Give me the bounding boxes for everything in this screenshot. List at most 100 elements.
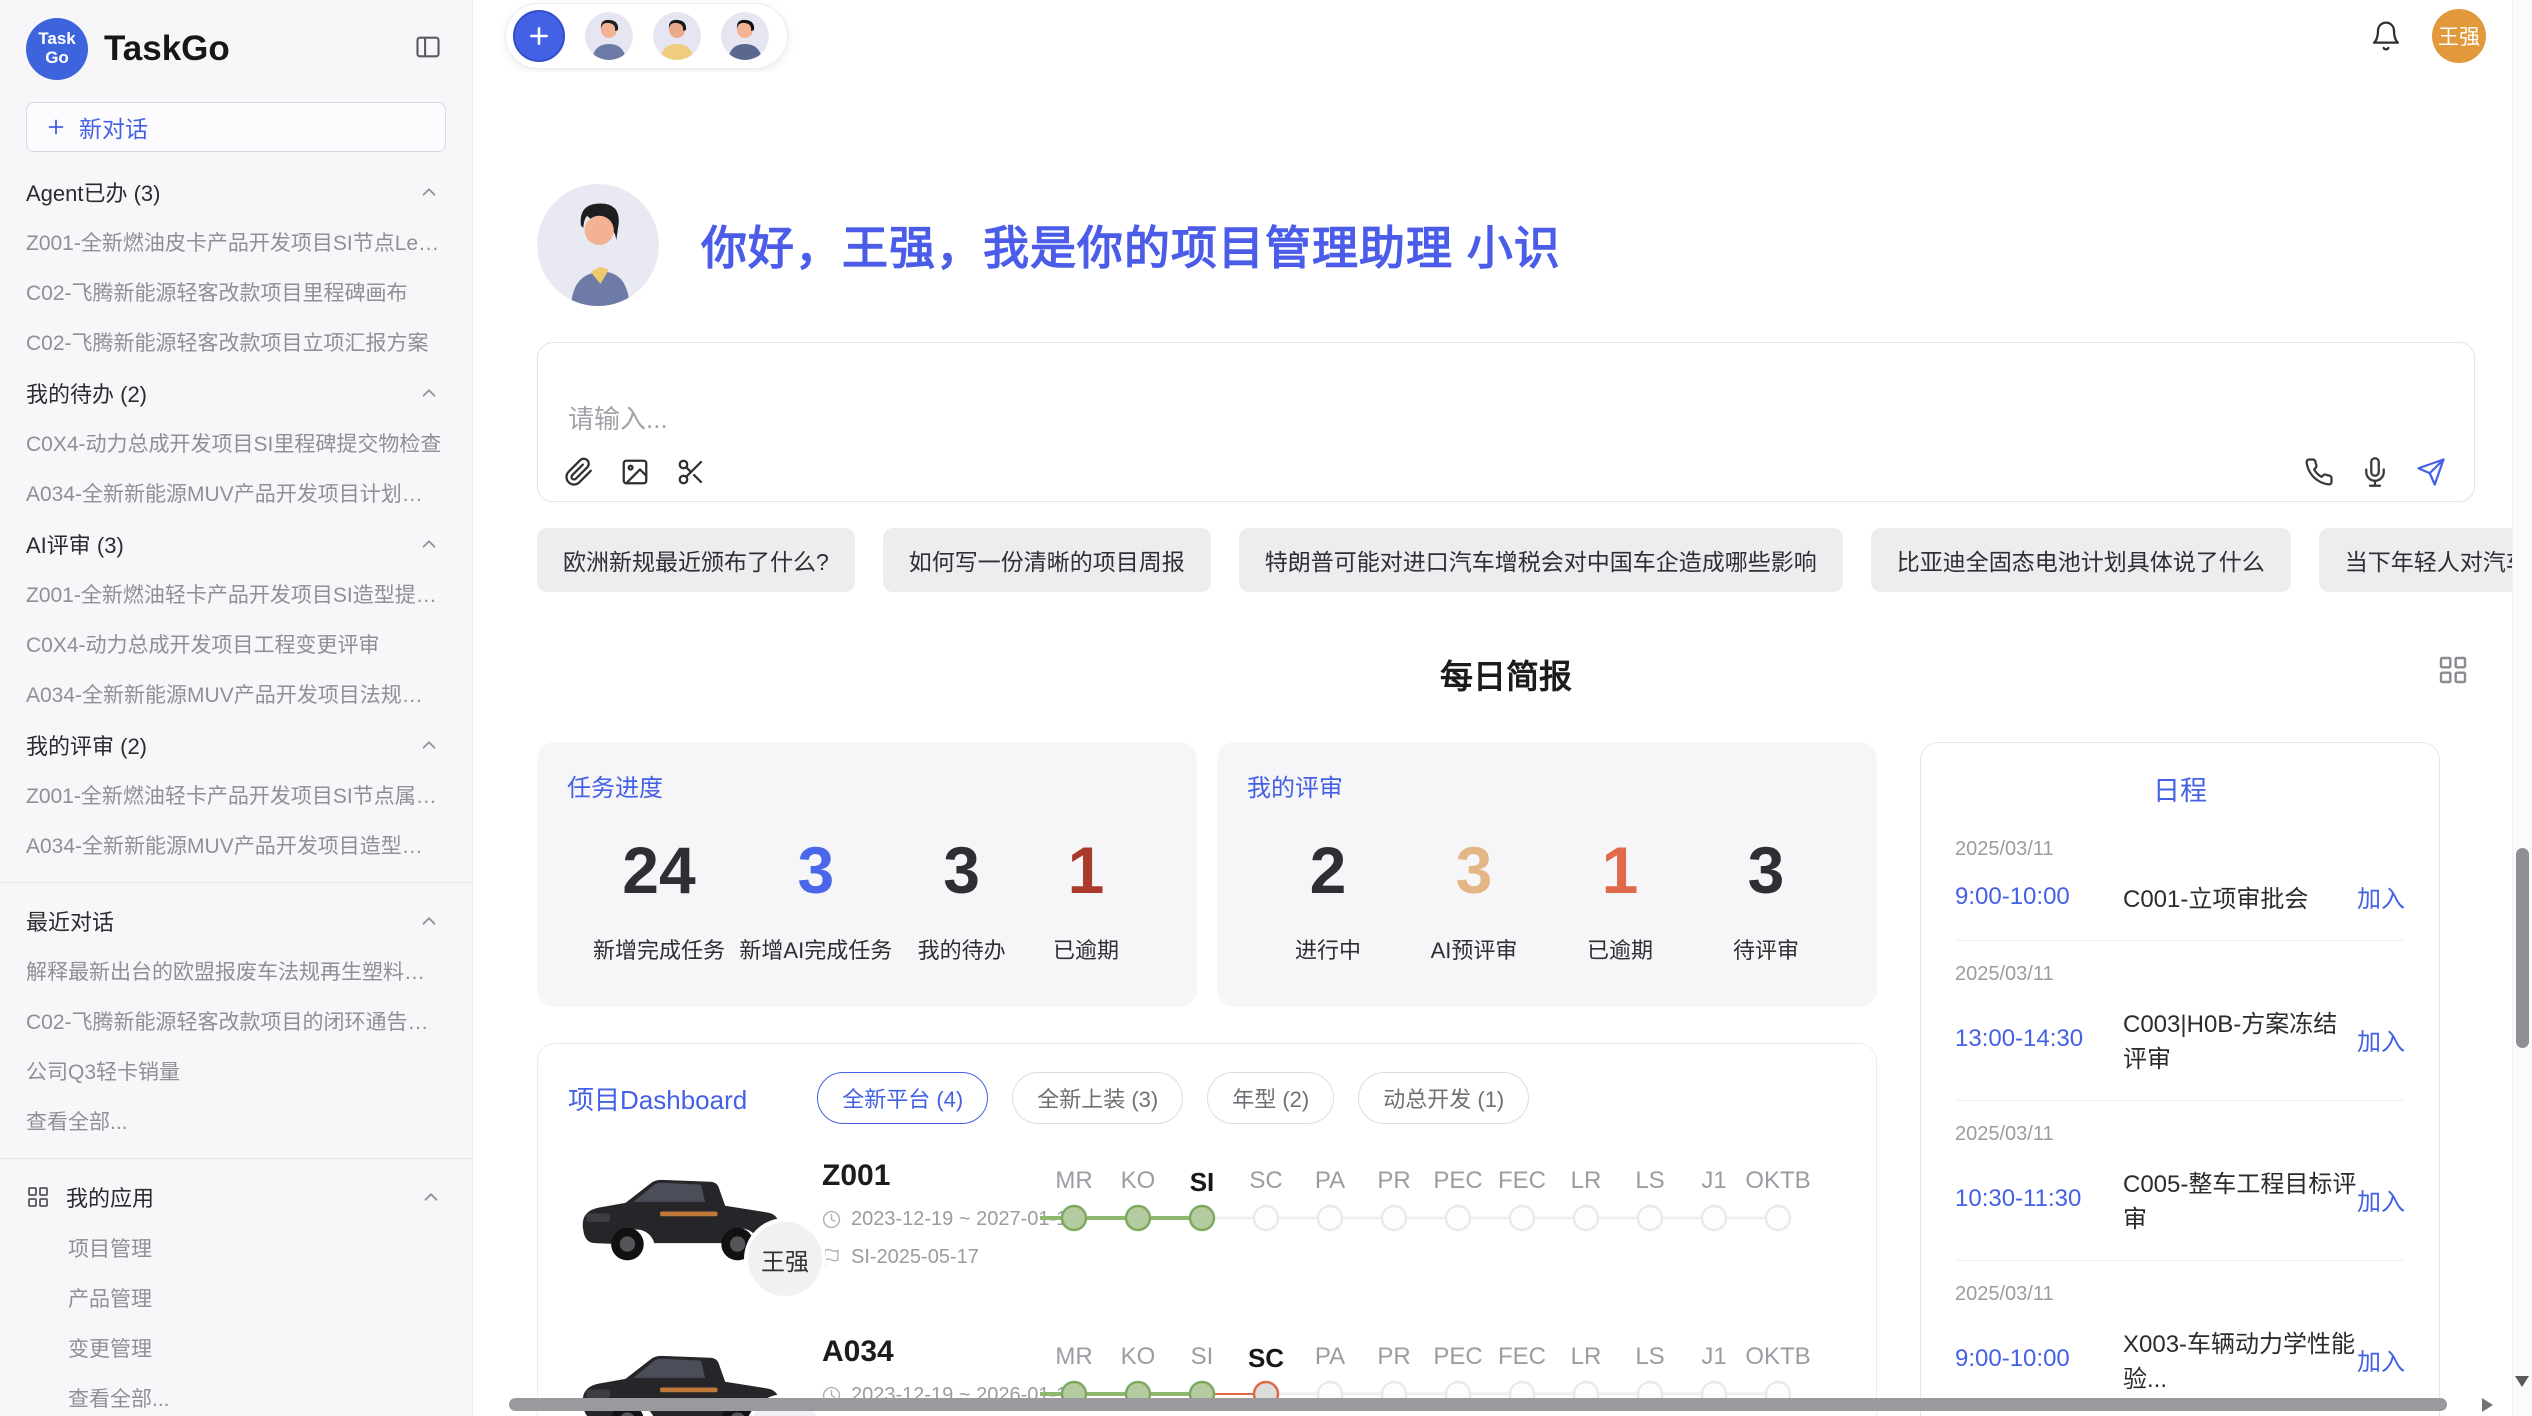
sidebar-item[interactable]: C0X4-动力总成开发项目工程变更评审 xyxy=(0,619,472,669)
app-item[interactable]: 项目管理 xyxy=(0,1223,472,1273)
dashboard-tab[interactable]: 年型 (2) xyxy=(1207,1072,1334,1124)
schedule-name: C003|H0B-方案冻结评审 xyxy=(2123,1004,2357,1074)
sidebar-item[interactable]: C0X4-动力总成开发项目SI里程碑提交物检查 xyxy=(0,418,472,468)
dashboard-tab[interactable]: 全新上装 (3) xyxy=(1012,1072,1183,1124)
sidebar-section-header[interactable]: Agent已办 (3) xyxy=(0,166,472,217)
milestone-label: OKTB xyxy=(1745,1167,1810,1195)
schedule-title: 日程 xyxy=(1955,769,2405,808)
stat: 1 已逾期 xyxy=(1031,837,1141,965)
scissors-icon[interactable] xyxy=(676,457,706,487)
milestone-label: LR xyxy=(1571,1167,1602,1195)
schedule-join-button[interactable]: 加入 xyxy=(2357,1342,2405,1377)
sidebar-item[interactable]: Z001-全新燃油轻卡产品开发项目SI造型提交物评审 xyxy=(0,569,472,619)
suggestion-chip[interactable]: 特朗普可能对进口汽车增税会对中国车企造成哪些影响 xyxy=(1239,528,1843,592)
schedule-join-button[interactable]: 加入 xyxy=(2357,879,2405,914)
microphone-icon[interactable] xyxy=(2360,457,2390,487)
chevron-up-icon xyxy=(418,533,440,555)
apps-view-all[interactable]: 查看全部... xyxy=(0,1373,472,1416)
stat-label: AI预评审 xyxy=(1419,933,1529,965)
sidebar-section: Agent已办 (3) Z001-全新燃油皮卡产品开发项目SI节点Lesson … xyxy=(0,166,472,367)
apps-section-header[interactable]: 我的应用 xyxy=(0,1171,472,1223)
suggestion-chip[interactable]: 比亚迪全固态电池计划具体说了什么 xyxy=(1871,528,2291,592)
stat-card-title: 任务进度 xyxy=(567,768,1167,803)
horizontal-scrollbar-thumb[interactable] xyxy=(509,1398,2447,1411)
sidebar-item[interactable]: C02-飞腾新能源轻客改款项目立项汇报方案 xyxy=(0,317,472,367)
schedule-name: X003-车辆动力学性能验... xyxy=(2123,1324,2357,1394)
milestone-label: SC xyxy=(1249,1167,1282,1195)
sidebar-item[interactable]: Z001-全新燃油轻卡产品开发项目SI节点属性5D文件评审 xyxy=(0,770,472,820)
vertical-scrollbar-thumb[interactable] xyxy=(2516,848,2529,1048)
sidebar-section-header[interactable]: AI评审 (3) xyxy=(0,518,472,569)
stat-label: 我的待办 xyxy=(907,933,1017,965)
schedule-item[interactable]: 2025/03/11 9:00-10:00 C001-立项审批会 加入 xyxy=(1955,816,2405,941)
recent-conversation-item[interactable]: 公司Q3轻卡销量 xyxy=(0,1046,472,1096)
sidebar-item[interactable]: A034-全新新能源MUV产品开发项目造型可行性评审 xyxy=(0,820,472,870)
sidebar-section: 我的待办 (2) C0X4-动力总成开发项目SI里程碑提交物检查A034-全新新… xyxy=(0,367,472,518)
schedule-item[interactable]: 2025/03/11 13:00-14:30 C003|H0B-方案冻结评审 加… xyxy=(1955,941,2405,1101)
suggestion-chip[interactable]: 如何写一份清晰的项目周报 xyxy=(883,528,1211,592)
send-icon[interactable] xyxy=(2416,457,2446,487)
image-upload-icon[interactable] xyxy=(620,457,650,487)
user-avatar[interactable]: 王强 xyxy=(2432,9,2486,63)
recent-view-all[interactable]: 查看全部... xyxy=(0,1096,472,1146)
milestone-label: SI xyxy=(1191,1343,1214,1371)
recent-conversation-item[interactable]: 解释最新出台的欧盟报废车法规再生塑料比例被调至15%... xyxy=(0,946,472,996)
sidebar-section-header[interactable]: 我的待办 (2) xyxy=(0,367,472,418)
stat-label: 已逾期 xyxy=(1565,933,1675,965)
stat-card: 任务进度 24 新增完成任务 3 新增AI完成任务 3 我的待办 1 已逾期 xyxy=(537,742,1197,1007)
agent-avatar-1[interactable] xyxy=(585,12,633,60)
agent-avatar-2[interactable] xyxy=(653,12,701,60)
sidebar-section: 我的评审 (2) Z001-全新燃油轻卡产品开发项目SI节点属性5D文件评审A0… xyxy=(0,719,472,870)
assistant-hero: 你好，王强，我是你的项目管理助理 小识 xyxy=(537,184,2475,306)
sidebar-section-title: 我的评审 (2) xyxy=(26,729,147,761)
sidebar-item[interactable]: A034-全新新能源MUV产品开发项目计划变更表编写 xyxy=(0,468,472,518)
attachment-icon[interactable] xyxy=(564,457,594,487)
vertical-scrollbar[interactable] xyxy=(2512,0,2532,1416)
stat-card-title: 我的评审 xyxy=(1247,768,1847,803)
project-row[interactable]: 王强 Z001 2023-12-19 ~ 2027-01-19 SI-2025-… xyxy=(538,1124,1876,1300)
sidebar-collapse-icon[interactable] xyxy=(414,33,442,66)
recent-conversation-item[interactable]: C02-飞腾新能源轻客改款项目的闭环通告反馈情况 xyxy=(0,996,472,1046)
project-rows: 王强 Z001 2023-12-19 ~ 2027-01-19 SI-2025-… xyxy=(538,1124,1876,1416)
sidebar-section-header[interactable]: 我的评审 (2) xyxy=(0,719,472,770)
recent-section-header[interactable]: 最近对话 xyxy=(0,895,472,946)
app-item[interactable]: 产品管理 xyxy=(0,1273,472,1323)
sidebar-sections: Agent已办 (3) Z001-全新燃油皮卡产品开发项目SI节点Lesson … xyxy=(0,166,472,870)
schedule-join-button[interactable]: 加入 xyxy=(2357,1182,2405,1217)
stat: 3 待评审 xyxy=(1711,837,1821,965)
stat: 3 我的待办 xyxy=(907,837,1017,965)
assistant-greeting: 你好，王强，我是你的项目管理助理 小识 xyxy=(701,212,1561,278)
scroll-right-arrow-icon[interactable] xyxy=(2482,1398,2493,1412)
message-input[interactable] xyxy=(538,343,2474,501)
layout-grid-icon[interactable] xyxy=(2437,654,2469,691)
schedule-join-button[interactable]: 加入 xyxy=(2357,1022,2405,1057)
voice-call-icon[interactable] xyxy=(2304,457,2334,487)
sidebar-item[interactable]: A034-全新新能源MUV产品开发项目法规符合性评审 xyxy=(0,669,472,719)
suggestion-chip[interactable]: 欧洲新规最近颁布了什么? xyxy=(537,528,855,592)
sidebar-item[interactable]: C02-飞腾新能源轻客改款项目里程碑画布 xyxy=(0,267,472,317)
suggestion-chip[interactable]: 当下年轻人对汽车外观有怎样的喜好趋势 xyxy=(2319,528,2512,592)
horizontal-scrollbar[interactable] xyxy=(505,1397,2493,1413)
dashboard-tab[interactable]: 全新平台 (4) xyxy=(817,1072,988,1124)
new-chat-button[interactable]: 新对话 xyxy=(26,102,446,152)
schedule-item[interactable]: 2025/03/11 10:30-11:30 C005-整车工程目标评审 加入 xyxy=(1955,1101,2405,1261)
clock-icon xyxy=(822,1210,841,1229)
milestone-label: PEC xyxy=(1433,1343,1482,1371)
chevron-up-icon xyxy=(418,734,440,756)
divider xyxy=(0,882,472,883)
plus-icon xyxy=(45,116,67,138)
main-content: 你好，王强，我是你的项目管理助理 小识 欧洲新规最近颁布了什么? 如何写一份清晰的… xyxy=(473,72,2512,1416)
add-agent-button[interactable] xyxy=(513,10,565,62)
schedule-item[interactable]: 2025/03/11 9:00-10:00 X003-车辆动力学性能验... 加… xyxy=(1955,1261,2405,1416)
agent-avatar-3[interactable] xyxy=(721,12,769,60)
milestone-label: PA xyxy=(1315,1343,1345,1371)
sidebar-item[interactable]: Z001-全新燃油皮卡产品开发项目SI节点Lesson Learn报告 xyxy=(0,217,472,267)
scroll-down-arrow-icon[interactable] xyxy=(2515,1376,2529,1387)
stat-label: 已逾期 xyxy=(1031,933,1141,965)
stat: 3 新增AI完成任务 xyxy=(739,837,892,965)
dashboard-tab[interactable]: 动总开发 (1) xyxy=(1358,1072,1529,1124)
briefing-title: 每日简报 xyxy=(1440,650,1572,698)
notification-bell-icon[interactable] xyxy=(2370,20,2402,52)
app-item[interactable]: 变更管理 xyxy=(0,1323,472,1373)
schedule-name: C005-整车工程目标评审 xyxy=(2123,1164,2357,1234)
